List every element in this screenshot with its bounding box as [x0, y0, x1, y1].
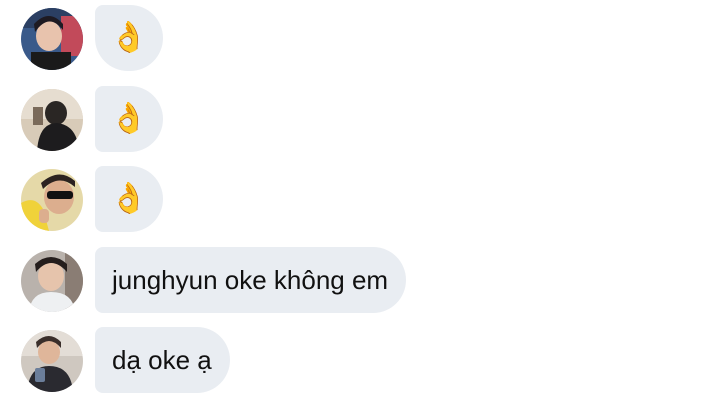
avatar[interactable]	[21, 169, 83, 231]
ok-hand-emoji-icon: 👌	[110, 181, 148, 216]
ok-hand-emoji-icon: 👌	[110, 20, 148, 55]
avatar-photo	[21, 89, 83, 151]
avatar-photo	[21, 250, 83, 312]
message-bubble[interactable]: junghyun oke không em	[95, 247, 407, 313]
ok-hand-emoji-icon: 👌	[110, 101, 148, 136]
message-bubble[interactable]: dạ oke ạ	[95, 327, 230, 393]
message-row: junghyun oke không em	[0, 247, 720, 315]
message-bubble[interactable]: 👌	[95, 166, 163, 232]
message-row: 👌	[0, 5, 720, 73]
message-text: junghyun oke không em	[112, 264, 389, 295]
avatar[interactable]	[21, 89, 83, 151]
message-bubble[interactable]: 👌	[95, 5, 163, 71]
avatar-photo	[21, 330, 83, 392]
message-text: dạ oke ạ	[112, 344, 212, 375]
avatar-photo	[21, 8, 83, 70]
message-row: 👌	[0, 86, 720, 154]
message-bubble[interactable]: 👌	[95, 86, 163, 152]
avatar[interactable]	[21, 330, 83, 392]
avatar-photo	[21, 169, 83, 231]
avatar[interactable]	[21, 8, 83, 70]
message-row: dạ oke ạ	[0, 327, 720, 395]
avatar[interactable]	[21, 250, 83, 312]
message-row: 👌	[0, 166, 720, 234]
chat-thread: 👌 👌 👌 junghyun oke không em dạ oke ạ	[0, 0, 720, 416]
